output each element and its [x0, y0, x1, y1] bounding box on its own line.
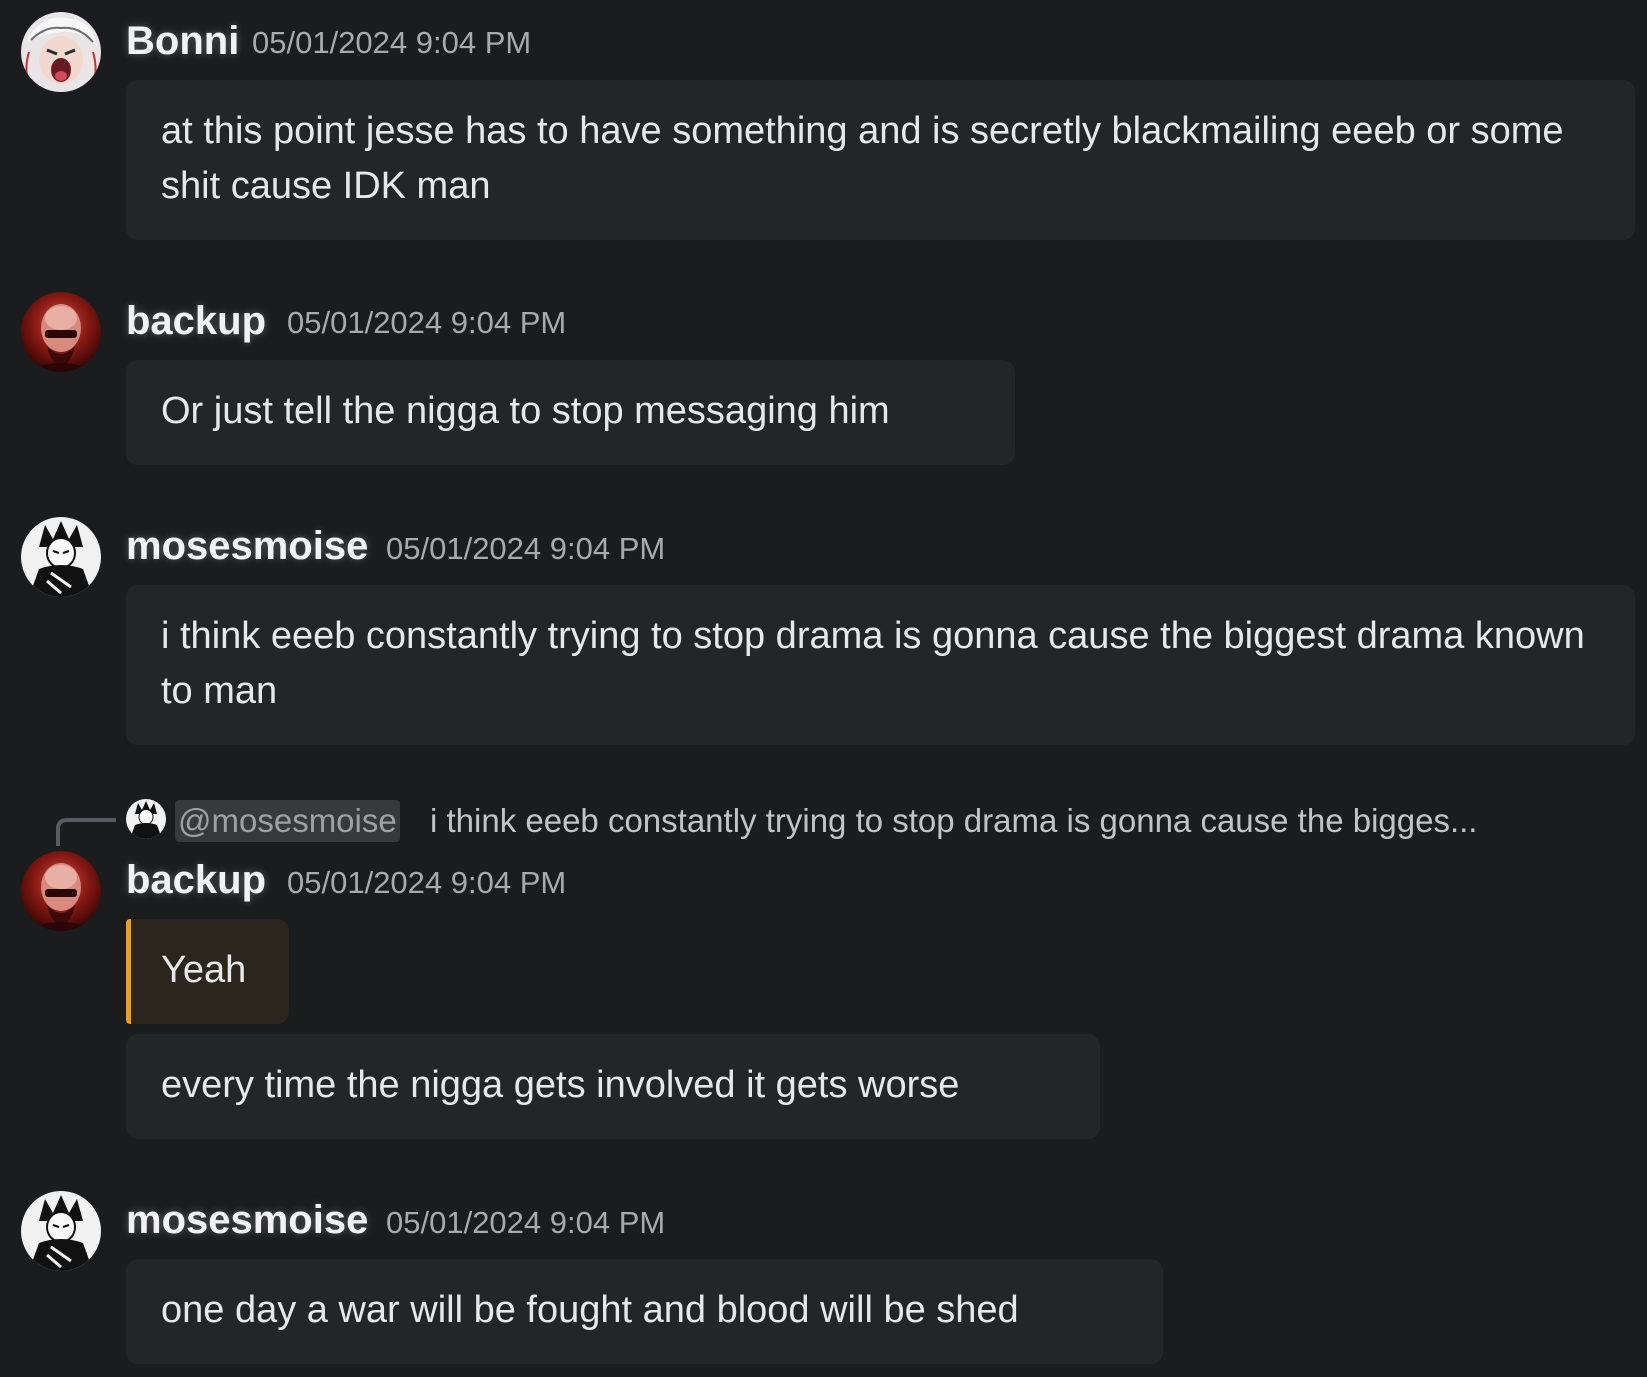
- message-bubble-highlighted[interactable]: Yeah: [126, 919, 289, 1024]
- message-text: Yeah: [161, 949, 247, 991]
- message-timestamp: 05/01/2024 9:04 PM: [287, 305, 567, 340]
- message-bubble[interactable]: i think eeeb constantly trying to stop d…: [126, 585, 1635, 745]
- message-author[interactable]: mosesmoise: [126, 526, 368, 566]
- reply-mention[interactable]: @mosesmoise: [175, 800, 400, 842]
- message-text: Or just tell the nigga to stop messaging…: [161, 390, 890, 432]
- message-timestamp: 05/01/2024 9:04 PM: [386, 1205, 666, 1240]
- message-text: at this point jesse has to have somethin…: [161, 110, 1564, 207]
- reply-preview[interactable]: i think eeeb constantly trying to stop d…: [430, 800, 1625, 842]
- message-timestamp: 05/01/2024 9:04 PM: [252, 25, 532, 60]
- message-bubble[interactable]: at this point jesse has to have somethin…: [126, 80, 1635, 240]
- message-bubble[interactable]: one day a war will be fought and blood w…: [126, 1259, 1163, 1364]
- message-author[interactable]: mosesmoise: [126, 1200, 368, 1240]
- message-timestamp: 05/01/2024 9:04 PM: [386, 531, 666, 566]
- message-text: every time the nigga gets involved it ge…: [161, 1064, 960, 1106]
- message-author[interactable]: Bonni: [126, 21, 239, 61]
- manga-avatar-black-white-icon[interactable]: [126, 799, 166, 839]
- reply-connector: [56, 818, 116, 846]
- message-bubble[interactable]: every time the nigga gets involved it ge…: [126, 1034, 1100, 1139]
- manga-avatar-black-white-icon[interactable]: [21, 1191, 101, 1271]
- manga-avatar-black-white-icon[interactable]: [21, 517, 101, 597]
- red-bald-man-avatar-icon[interactable]: [21, 292, 101, 372]
- message-timestamp: 05/01/2024 9:04 PM: [287, 865, 567, 900]
- message-bubble[interactable]: Or just tell the nigga to stop messaging…: [126, 360, 1015, 465]
- message-author[interactable]: backup: [126, 860, 266, 900]
- anime-avatar-white-hair-icon[interactable]: [21, 12, 101, 92]
- message-text: one day a war will be fought and blood w…: [161, 1289, 1019, 1331]
- message-author[interactable]: backup: [126, 301, 266, 341]
- red-bald-man-avatar-icon[interactable]: [21, 851, 101, 931]
- message-text: i think eeeb constantly trying to stop d…: [161, 615, 1585, 712]
